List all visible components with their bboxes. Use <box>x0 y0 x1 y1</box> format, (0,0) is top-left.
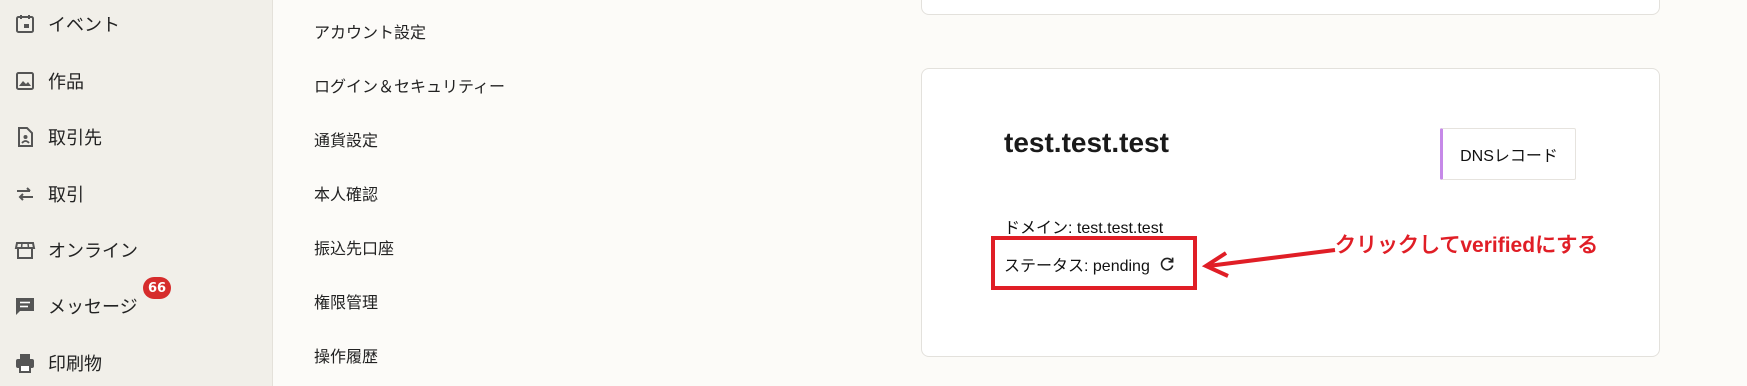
sidebar-item-label: 印刷物 <box>48 354 102 375</box>
annotation-arrow <box>1201 248 1336 278</box>
settings-item-bank-account[interactable]: 振込先口座 <box>314 235 394 259</box>
swap-arrows-icon <box>12 181 38 207</box>
contact-file-icon <box>12 124 38 150</box>
sidebar-item-events[interactable]: イベント <box>12 4 120 44</box>
domain-title: test.test.test <box>1004 127 1169 158</box>
sidebar-item-online[interactable]: オンライン <box>12 230 138 270</box>
sidebar-item-prints[interactable]: 印刷物 <box>12 343 102 383</box>
sidebar-item-label: 取引 <box>48 185 84 206</box>
image-icon <box>12 68 38 94</box>
printer-icon <box>12 350 38 376</box>
storefront-icon <box>12 237 38 263</box>
sidebar-item-clients[interactable]: 取引先 <box>12 117 102 157</box>
settings-item-permissions[interactable]: 権限管理 <box>314 289 378 313</box>
sidebar-item-transactions[interactable]: 取引 <box>12 174 84 214</box>
previous-card <box>921 0 1660 15</box>
sidebar-item-messages[interactable]: メッセージ 66 <box>12 277 171 326</box>
domain-text: ドメイン: test.test.test <box>1004 220 1164 237</box>
sidebar-item-label: メッセージ <box>48 297 138 318</box>
dns-records-button[interactable]: DNSレコード <box>1440 128 1576 180</box>
settings-item-login-security[interactable]: ログイン＆セキュリティー <box>314 73 505 97</box>
calendar-icon <box>12 11 38 37</box>
settings-item-account[interactable]: アカウント設定 <box>314 19 426 43</box>
sidebar-item-label: 取引先 <box>48 128 102 149</box>
app-sidebar: イベント 作品 取引先 取引 オンライン メッセージ 66 印刷物 <box>0 0 273 386</box>
settings-item-identity[interactable]: 本人確認 <box>314 181 378 205</box>
settings-item-currency[interactable]: 通貨設定 <box>314 127 378 151</box>
settings-menu: アカウント設定 ログイン＆セキュリティー 通貨設定 本人確認 振込先口座 権限管… <box>272 0 912 386</box>
unread-count-badge: 66 <box>143 277 171 299</box>
domain-line: ドメイン: test.test.test <box>1004 214 1163 238</box>
message-icon <box>12 293 38 319</box>
annotation-text: クリックしてverifiedにする <box>1335 234 1599 257</box>
sidebar-item-label: 作品 <box>48 72 84 93</box>
sidebar-item-works[interactable]: 作品 <box>12 61 84 101</box>
sidebar-item-label: オンライン <box>48 241 138 262</box>
settings-item-history[interactable]: 操作履歴 <box>314 343 378 367</box>
domain-card: test.test.test DNSレコード ドメイン: test.test.t… <box>921 68 1660 357</box>
sidebar-item-label: イベント <box>48 15 120 36</box>
annotation-highlight-box <box>991 236 1197 290</box>
